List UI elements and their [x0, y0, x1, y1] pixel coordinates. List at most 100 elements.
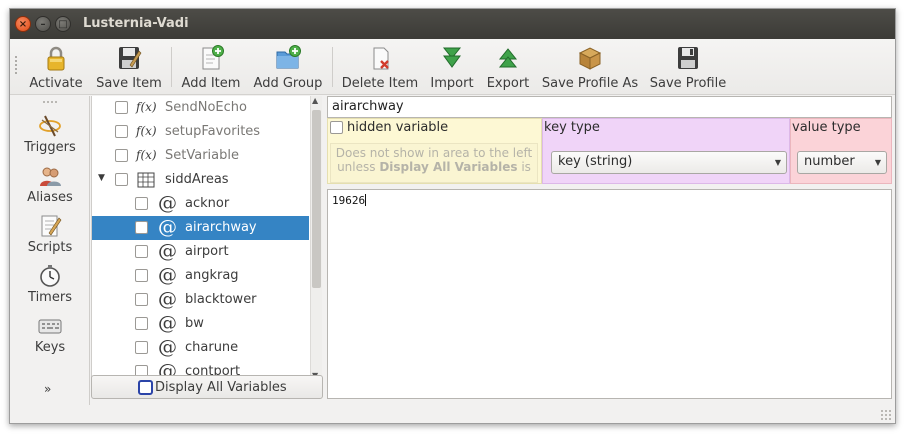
close-window-button[interactable]: × [15, 16, 31, 32]
export-button[interactable]: Export [482, 41, 534, 93]
save-item-button[interactable]: Save Item [94, 41, 164, 93]
add-group-label: Add Group [253, 76, 323, 91]
save-profile-as-label: Save Profile As [541, 76, 639, 91]
toolbar: Activate Save Item Add Item Add Group De… [10, 39, 895, 95]
resize-grip-handle[interactable] [880, 409, 892, 421]
row-checkbox[interactable] [115, 101, 128, 114]
tree-row-label: bw [185, 316, 204, 331]
row-checkbox[interactable] [135, 293, 148, 306]
minimize-window-button[interactable]: – [35, 16, 51, 32]
value-type-label: value type [792, 120, 861, 135]
tree-row-selected[interactable]: @ airarchway [92, 216, 309, 240]
tree-row[interactable]: @ blacktower [92, 288, 309, 312]
tree-row[interactable]: f(x) setupFavorites [92, 120, 309, 144]
rail-label-timers: Timers [28, 290, 72, 305]
row-checkbox[interactable] [135, 245, 148, 258]
title-bar: × – □ Lusternia-Vadi [10, 9, 895, 39]
variable-value-editor[interactable]: 19626 [327, 189, 892, 399]
scripts-icon [41, 215, 62, 237]
row-checkbox[interactable] [135, 341, 148, 354]
value-type-section: value type number ▼ [790, 118, 892, 184]
string-variable-icon: @ [158, 336, 177, 358]
export-arrow-icon [498, 48, 518, 68]
display-all-variables-checkbox[interactable] [138, 380, 153, 395]
row-checkbox[interactable] [135, 269, 148, 282]
tree-row-label: SendNoEcho [165, 100, 247, 115]
toolbar-separator [332, 47, 333, 87]
import-button[interactable]: Import [426, 41, 478, 93]
row-checkbox[interactable] [135, 221, 148, 234]
tree-row-label: blacktower [185, 292, 257, 307]
padlock-icon [47, 46, 65, 71]
chevron-down-icon: ▼ [874, 158, 881, 167]
string-variable-icon: @ [158, 192, 177, 214]
row-checkbox[interactable] [115, 125, 128, 138]
rail-label-aliases: Aliases [27, 190, 73, 205]
tree-row[interactable]: @ charune [92, 336, 309, 360]
rail-item-aliases[interactable]: Aliases [10, 164, 90, 212]
triggers-icon [39, 115, 61, 137]
save-profile-button[interactable]: Save Profile [646, 41, 730, 93]
rail-item-keys[interactable]: Keys [10, 314, 90, 362]
key-type-select[interactable]: key (string) ▼ [551, 151, 787, 174]
side-rail: Triggers Aliases Scripts Timers Keys » [10, 96, 90, 406]
timers-clock-icon [40, 265, 60, 287]
tree-row[interactable]: @ angkrag [92, 264, 309, 288]
function-icon: f(x) [136, 100, 157, 114]
aliases-icon [40, 167, 61, 186]
function-icon: f(x) [136, 124, 157, 138]
hidden-variable-label: hidden variable [347, 120, 449, 135]
row-checkbox[interactable] [135, 317, 148, 330]
row-checkbox[interactable] [115, 149, 128, 162]
tree-scrollbar[interactable]: ▲ ▼ [310, 96, 322, 380]
rail-grip-handle[interactable] [42, 100, 58, 104]
rail-more-chevron-icon[interactable]: » [44, 382, 51, 396]
delete-item-button[interactable]: Delete Item [340, 41, 420, 93]
main-window: × – □ Lusternia-Vadi Activate Save Item [9, 8, 896, 424]
package-box-icon [578, 47, 602, 70]
rail-item-timers[interactable]: Timers [10, 264, 90, 312]
variables-tree[interactable]: f(x) SendNoEcho f(x) setupFavorites f(x)… [91, 96, 322, 380]
tree-row[interactable]: ▼ siddAreas [92, 168, 309, 192]
save-profile-as-button[interactable]: Save Profile As [540, 41, 640, 93]
string-variable-icon: @ [158, 288, 177, 310]
export-label: Export [486, 76, 530, 91]
tree-row[interactable]: @ airport [92, 240, 309, 264]
row-checkbox[interactable] [135, 197, 148, 210]
toolbar-separator [171, 47, 172, 87]
save-item-icon [119, 47, 142, 69]
value-type-select[interactable]: number ▼ [797, 151, 887, 174]
activate-button[interactable]: Activate [24, 41, 88, 93]
tree-row[interactable]: @ acknor [92, 192, 309, 216]
tree-row-label: angkrag [185, 268, 239, 283]
toolbar-grip-handle[interactable] [14, 55, 18, 75]
key-type-value: key (string) [558, 154, 633, 169]
display-all-variables-toggle[interactable]: Display All Variables [91, 375, 323, 399]
row-checkbox[interactable] [115, 173, 128, 186]
rail-label-triggers: Triggers [24, 140, 76, 155]
variable-name-input[interactable]: airarchway [327, 96, 892, 118]
maximize-window-button[interactable]: □ [55, 16, 71, 32]
rail-label-scripts: Scripts [27, 240, 73, 255]
expand-arrow-icon[interactable]: ▼ [98, 173, 105, 183]
rail-item-triggers[interactable]: Triggers [10, 114, 90, 162]
tree-row-label: setupFavorites [165, 124, 261, 139]
key-type-section: key type key (string) ▼ [542, 118, 790, 184]
scrollbar-thumb[interactable] [312, 110, 321, 288]
hidden-variable-checkbox[interactable] [330, 121, 343, 134]
save-profile-label: Save Profile [649, 76, 727, 91]
tree-row[interactable]: @ bw [92, 312, 309, 336]
display-all-variables-label: Display All Variables [155, 380, 287, 395]
import-label: Import [430, 76, 474, 91]
hidden-variable-description: Does not show in area to the left unless… [330, 143, 538, 183]
tree-row-label: airarchway [185, 220, 257, 235]
add-item-button[interactable]: Add Item [178, 41, 244, 93]
rail-item-scripts[interactable]: Scripts [10, 214, 90, 262]
tree-row[interactable]: f(x) SendNoEcho [92, 96, 309, 120]
tree-row[interactable]: f(x) SetVariable [92, 144, 309, 168]
scroll-up-arrow-icon[interactable]: ▲ [312, 96, 318, 105]
save-item-label: Save Item [96, 76, 162, 91]
add-group-button[interactable]: Add Group [250, 41, 326, 93]
tree-row-label: acknor [185, 196, 230, 211]
string-variable-icon: @ [158, 216, 177, 238]
